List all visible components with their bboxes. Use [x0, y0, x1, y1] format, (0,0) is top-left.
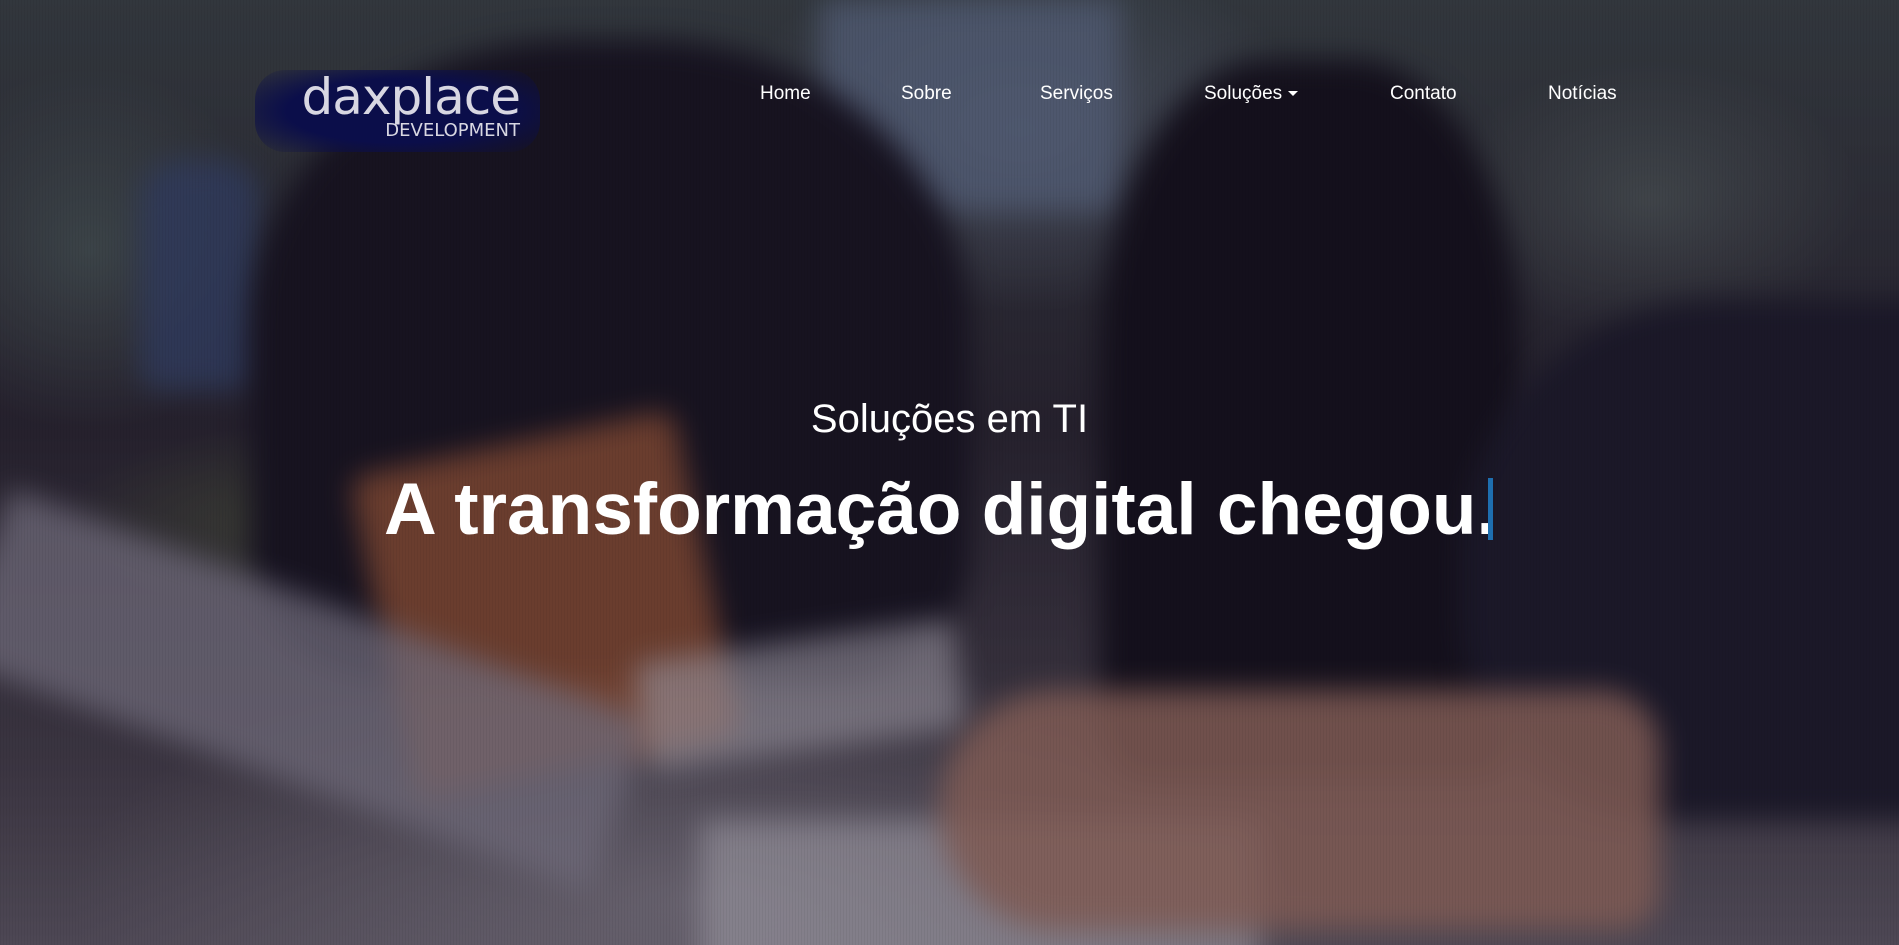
hero-subtitle: Soluções em TI [810, 397, 1089, 441]
nav-sobre[interactable]: Sobre [901, 82, 952, 106]
nav-solucoes[interactable]: Soluções [1204, 82, 1299, 106]
hero-section: daxplace DEVELOPMENT Home Sobre Serviços… [0, 0, 1899, 945]
logo-subtitle: DEVELOPMENT [385, 120, 520, 141]
nav-solucoes-label: Soluções [1204, 83, 1283, 104]
site-logo[interactable]: daxplace DEVELOPMENT [255, 70, 540, 152]
typing-cursor [1488, 478, 1493, 540]
nav-noticias[interactable]: Notícias [1548, 82, 1617, 106]
nav-contato[interactable]: Contato [1390, 82, 1457, 106]
hero-headline: A transformação digital chegou. [384, 469, 1497, 550]
logo-wordmark: daxplace [301, 68, 521, 126]
nav-home[interactable]: Home [760, 82, 811, 106]
caret-down-icon [1288, 91, 1299, 97]
nav-servicos[interactable]: Serviços [1040, 82, 1113, 106]
